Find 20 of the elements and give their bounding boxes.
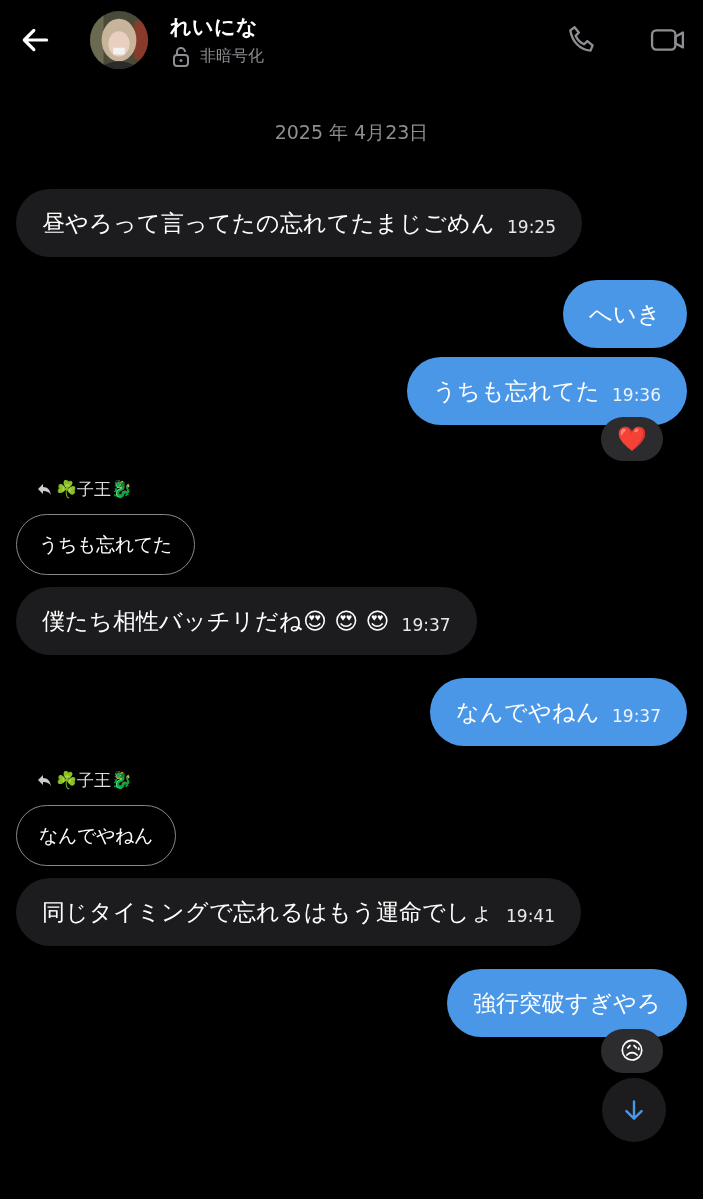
message-time: 19:37 [401, 614, 451, 637]
reply-sender: ☘子王🐉 [56, 477, 132, 501]
date-separator: 2025 年 4月23日 [273, 120, 430, 145]
message-text: 僕たち相性バッチリだね😍 😍 😍 [42, 607, 390, 636]
message-text: 同じタイミングで忘れるはもう運命でしょ [42, 898, 494, 927]
unlocked-lock-icon [170, 45, 192, 67]
message-time: 19:37 [612, 705, 661, 728]
message-time: 19:25 [507, 216, 556, 239]
contact-name: れいにな [170, 14, 259, 41]
encryption-status: 非暗号化 [200, 45, 264, 67]
reply-sender: ☘子王🐉 [56, 768, 132, 792]
message-text: へいき [589, 300, 661, 329]
reaction-badge: ❤ [601, 417, 663, 461]
message-time: 19:41 [506, 905, 555, 928]
message-text: なんでやねん [456, 698, 600, 727]
message-text: うちも忘れてた [433, 377, 600, 406]
reaction-badge: 😥 [601, 1029, 663, 1073]
message-text: 昼やろって言ってたの忘れてたまじごめん [42, 209, 495, 238]
message-text: 強行突破すぎやろ [473, 989, 661, 1018]
message-time: 19:36 [612, 384, 661, 407]
